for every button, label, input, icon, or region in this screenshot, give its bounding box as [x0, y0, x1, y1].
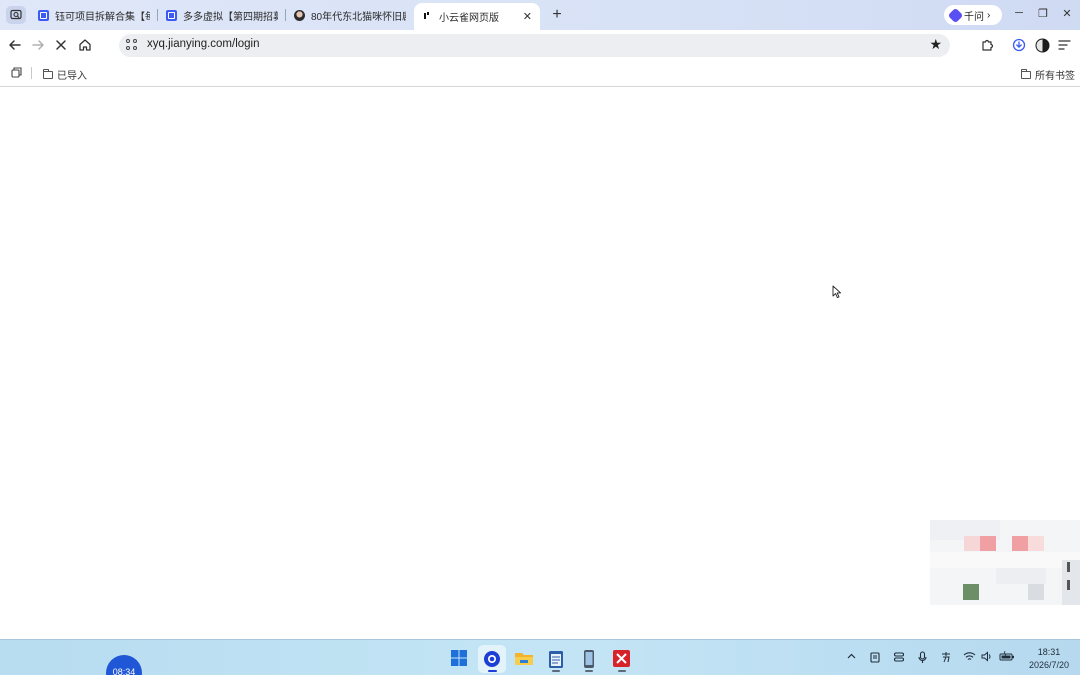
windows-start-icon: [451, 650, 467, 666]
tab-3[interactable]: 80年代东北猫咪怀旧剧情: [286, 0, 414, 30]
tab-groups-icon: [11, 67, 22, 78]
new-tab-button[interactable]: +: [548, 6, 566, 24]
home-button[interactable]: [76, 36, 94, 54]
wifi-icon[interactable]: [963, 651, 976, 665]
arrow-left-icon: [9, 40, 21, 50]
tab-search-button[interactable]: [6, 6, 26, 24]
app-running-indicator: [585, 670, 593, 672]
taskbar-notepad-button[interactable]: [548, 649, 568, 669]
bookmark-folder-label: 已导入: [57, 71, 87, 82]
sync-icon[interactable]: [893, 651, 905, 666]
mouse-cursor-icon: [832, 285, 842, 299]
tab-search-icon: [10, 9, 22, 20]
puzzle-icon: [982, 39, 994, 51]
ime-icon[interactable]: [940, 651, 952, 666]
app-running-indicator: [552, 670, 560, 672]
all-bookmarks-label: 所有书签: [1035, 71, 1075, 82]
arrow-right-icon: [32, 40, 44, 50]
menu-button[interactable]: [1055, 36, 1073, 54]
doc-icon: [166, 9, 177, 21]
chevron-up-icon[interactable]: [846, 651, 857, 665]
address-text[interactable]: xyq.jianying.com/login: [147, 38, 260, 50]
tab-strip: 钰可项目拆解合集【每日 多多虚拟【第四期招募】 80年代东北猫咪怀旧剧情 小云雀…: [0, 0, 1080, 30]
download-icon: [1012, 38, 1026, 52]
browser-toolbar: xyq.jianying.com/login ★: [0, 30, 1080, 61]
taskbar-screenshot-tool-button[interactable]: [612, 649, 632, 669]
taskbar-browser-button[interactable]: [478, 645, 506, 673]
screenshot-tool-icon: [613, 650, 630, 667]
bookmark-star-icon[interactable]: ★: [929, 36, 942, 53]
volume-icon[interactable]: [981, 651, 993, 665]
tab-title: 80年代东北猫咪怀旧剧情: [311, 11, 406, 23]
active-app-indicator: [488, 670, 497, 672]
clock-date: 2026/7/20: [1028, 660, 1070, 670]
tab-title: 小云雀网页版: [439, 13, 499, 24]
close-window-button[interactable]: ✕: [1059, 7, 1075, 20]
floating-clock-time: 08:34: [112, 667, 136, 675]
taskbar-file-explorer-button[interactable]: [514, 649, 534, 669]
microphone-icon[interactable]: [917, 651, 928, 667]
tab-2[interactable]: 多多虚拟【第四期招募】: [158, 0, 286, 30]
battery-icon[interactable]: [999, 650, 1015, 665]
bookmarks-bar: 已导入 所有书签: [0, 61, 1080, 87]
restore-button[interactable]: ❐: [1035, 7, 1051, 20]
site-info-icon[interactable]: [126, 39, 139, 52]
folder-icon: [42, 68, 53, 79]
taskbar: 08:34 18:31 2026/7/20: [0, 639, 1080, 675]
phone-link-icon: [584, 650, 594, 668]
clock-time: 18:31: [1037, 647, 1061, 657]
qianwen-button[interactable]: 千问 ›: [944, 5, 1002, 25]
avatar-icon: [1035, 38, 1049, 52]
notepad-icon: [549, 651, 563, 668]
tab-active[interactable]: 小云雀网页版 ✕: [414, 3, 540, 30]
system-clock[interactable]: 18:31 2026/7/20: [1024, 646, 1074, 672]
qianwen-logo-icon: [947, 7, 964, 23]
address-bar[interactable]: xyq.jianying.com/login ★: [119, 34, 950, 57]
stop-loading-button[interactable]: [52, 36, 70, 54]
extensions-button[interactable]: [978, 36, 996, 54]
close-icon: [56, 40, 66, 50]
bookmarks-divider: [31, 67, 32, 79]
downloads-button[interactable]: [1010, 36, 1028, 54]
doc-icon: [38, 9, 49, 21]
forward-button[interactable]: [29, 36, 47, 54]
page-content[interactable]: [0, 88, 1080, 639]
windows-start-button[interactable]: [450, 649, 470, 669]
bookmark-folder-imported[interactable]: 已导入: [42, 67, 87, 82]
tab-groups-button[interactable]: [11, 67, 22, 78]
minimize-button[interactable]: ─: [1011, 7, 1027, 19]
home-icon: [79, 39, 91, 51]
avatar-icon: [294, 9, 305, 21]
floating-clock-badge[interactable]: 08:34: [106, 655, 142, 675]
back-button[interactable]: [6, 36, 24, 54]
tab-title: 多多虚拟【第四期招募】: [183, 11, 278, 23]
all-bookmarks-button[interactable]: 所有书签: [1020, 67, 1075, 82]
profile-avatar[interactable]: [1033, 36, 1051, 54]
tab-1[interactable]: 钰可项目拆解合集【每日: [30, 0, 158, 30]
taskbar-phone-link-button[interactable]: [582, 649, 602, 669]
qianwen-label: 千问: [964, 11, 984, 23]
tab-close-icon[interactable]: ✕: [523, 10, 532, 23]
clipboard-icon[interactable]: [869, 651, 881, 666]
tab-list: 钰可项目拆解合集【每日 多多虚拟【第四期招募】 80年代东北猫咪怀旧剧情 小云雀…: [30, 0, 540, 30]
app-running-indicator: [618, 670, 626, 672]
jianying-icon: [422, 11, 433, 22]
pixelated-overlay-widget: [930, 520, 1080, 605]
browser-icon: [484, 651, 500, 667]
file-explorer-icon: [515, 653, 533, 665]
menu-lines-icon: [1057, 40, 1071, 50]
chevron-right-icon: ›: [987, 9, 991, 21]
folder-icon: [1020, 68, 1031, 79]
tab-title: 钰可项目拆解合集【每日: [55, 11, 150, 23]
